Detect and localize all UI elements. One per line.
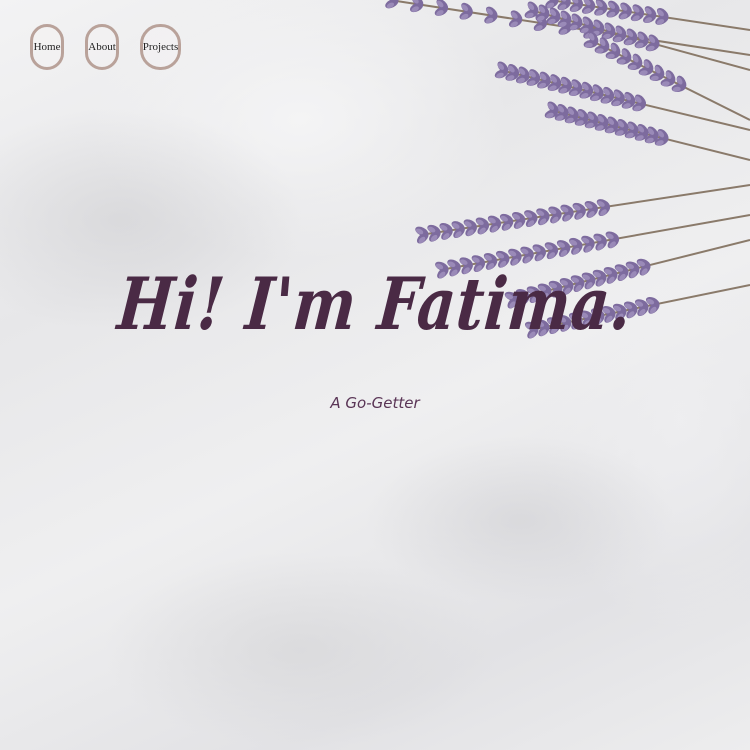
hero-title: Hi! I'm Fatima. xyxy=(114,261,636,346)
hero-subtitle: A Go-Getter xyxy=(330,394,420,412)
nav-projects-button[interactable]: Projects xyxy=(140,24,181,70)
nav-home-button[interactable]: Home xyxy=(30,24,64,70)
nav-about-button[interactable]: About xyxy=(85,24,119,70)
main-nav: Home About Projects xyxy=(30,24,181,70)
